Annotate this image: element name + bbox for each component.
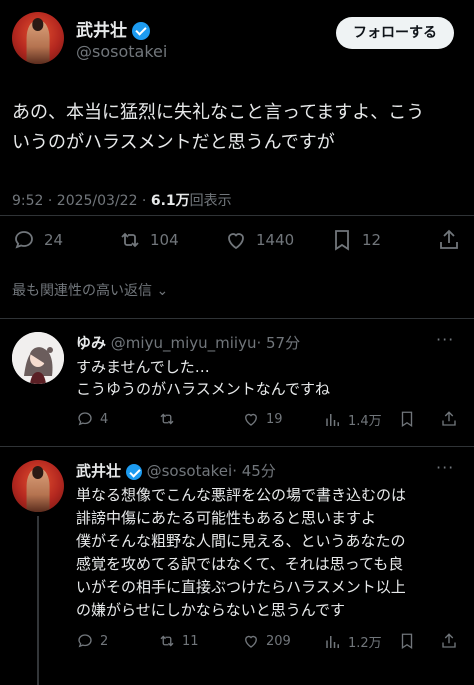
tweet-meta: 9:52 · 2025/03/22 · 6.1万回表示 [12,190,232,210]
views-chart-icon [326,635,339,648]
like-count: 19 [266,411,283,427]
follow-button[interactable]: フォローする [336,17,454,49]
reply-header: ゆみ @miyu_miyu_miiyu· 57分 [76,332,300,353]
reply-sort-label: 最も関連性の高い返信 [12,283,152,299]
reply-icon [78,412,92,426]
retweet-icon [160,635,174,647]
reply-author-handle[interactable]: @sosotakei [147,462,233,480]
reply-author-name[interactable]: ゆみ [76,334,106,352]
views-chart-icon [326,413,339,426]
views-count: 1.2万 [348,636,382,651]
like-icon [245,635,257,648]
bookmark-icon [335,230,349,251]
bookmark-count: 12 [362,231,382,249]
retweet-count: 11 [182,633,199,649]
reply-count: 4 [100,411,109,427]
reply-time[interactable]: · 45分 [232,462,276,480]
reply-text-line-1: 単なる想像でこんな悪評を公の場で書き込むのは [76,486,407,504]
thread-line [37,516,39,685]
retweet-icon [160,413,174,425]
like-action[interactable]: 1440 [224,228,294,252]
like-icon [245,413,257,426]
reply-time[interactable]: · 57分 [256,334,300,352]
author-header: 武井壮 [76,16,151,41]
divider [0,446,474,447]
reply-count: 24 [44,231,64,249]
reply-text-line-4: 感覚を攻めてる訳ではなくて、それは思っても良 [76,555,404,573]
tweet-text-line-2: いうのがハラスメントだと思うんですが [12,132,335,153]
share-action[interactable] [440,410,458,428]
bookmark-icon [401,633,413,650]
share-icon [440,229,458,249]
views-label: 回表示 [189,193,232,209]
tweet-timestamp[interactable]: 9:52 · 2025/03/22 · [12,193,151,209]
retweet-action[interactable]: 11 [158,632,199,650]
more-options-icon[interactable]: ··· [436,458,454,477]
share-icon [442,411,456,426]
reply-action[interactable]: 2 [76,632,108,650]
author-avatar[interactable] [12,12,64,64]
verified-badge-icon [132,22,151,40]
reply-author-name[interactable]: 武井壮 [76,462,121,480]
share-action[interactable] [440,632,458,650]
bookmark-icon [401,411,413,428]
author-name[interactable]: 武井壮 [76,21,127,41]
views-action[interactable]: 1.4万 [324,410,382,429]
like-action[interactable]: 19 [242,410,283,428]
views-count: 6.1万 [150,193,190,209]
like-action[interactable]: 209 [242,632,291,650]
retweet-action[interactable]: 104 [118,228,179,252]
reply-action[interactable]: 4 [76,410,108,428]
divider [0,318,474,319]
chevron-down-icon: ⌄ [156,283,169,299]
reply-author-avatar[interactable] [12,460,64,512]
views-count: 1.4万 [348,414,382,429]
reply-action[interactable]: 24 [12,228,63,252]
reply-sort-selector[interactable]: 最も関連性の高い返信 ⌄ [12,280,168,300]
divider [0,215,474,216]
bookmark-action[interactable]: 12 [330,228,381,252]
reply-text-line-1: すみませんでした… [76,358,210,376]
like-count: 209 [266,633,291,649]
reply-text-line-3: 僕がそんな粗野な人間に見える、というあなたの [76,532,406,550]
reply-icon [78,634,92,648]
reply-author-avatar[interactable] [12,332,64,384]
reply-text-line-2: 誹謗中傷にあたる可能性もあると思いますよ [76,509,377,527]
reply-author-handle[interactable]: @miyu_miyu_miiyu [111,334,257,352]
girl-illustration-icon [12,332,64,384]
reply-count: 2 [100,633,109,649]
bookmark-action[interactable] [398,632,416,650]
reply-text-line-6: の嫌がらせにしかならないと思うんです [76,601,345,619]
share-icon [442,633,456,648]
like-count: 1440 [256,231,295,249]
verified-badge-icon [125,463,142,480]
more-options-icon[interactable]: ··· [436,330,454,349]
views-action[interactable]: 1.2万 [324,632,382,651]
retweet-count: 104 [150,231,179,249]
reply-text-line-2: こうゆうのがハラスメントなんですね [76,380,330,398]
reply-header: 武井壮 @sosotakei· 45分 [76,460,276,481]
retweet-action[interactable] [158,410,182,428]
tweet-text-line-1: あの、本当に猛烈に失礼なこと言ってますよ、こう [12,102,425,123]
like-icon [228,233,244,250]
reply-icon [15,231,33,249]
reply-text-line-5: いがその相手に直接ぶつけたらハラスメント以上 [76,578,406,596]
share-action[interactable] [437,228,461,252]
author-handle[interactable]: @sosotakei [76,42,167,61]
retweet-icon [121,232,139,248]
bookmark-action[interactable] [398,410,416,428]
